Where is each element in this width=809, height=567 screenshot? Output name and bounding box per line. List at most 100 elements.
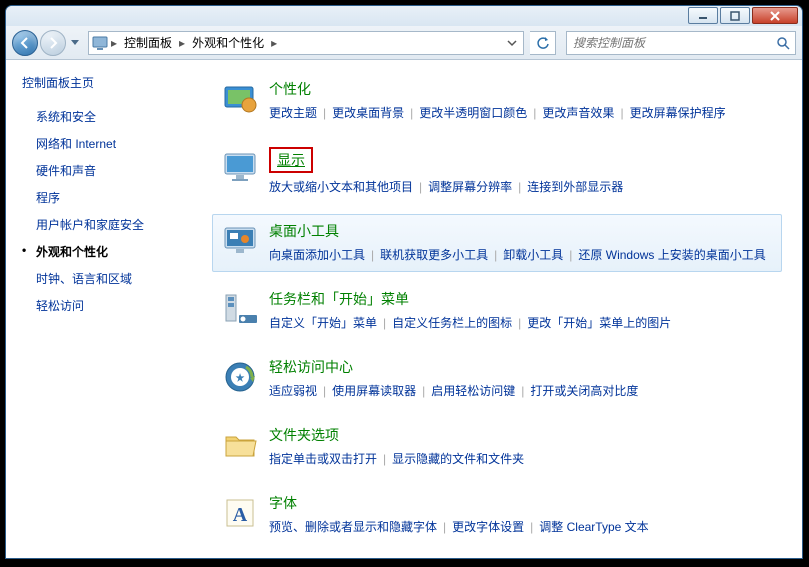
category-link[interactable]: 向桌面添加小工具 xyxy=(269,248,365,262)
category-link[interactable]: 卸载小工具 xyxy=(503,248,563,262)
sidebar-item[interactable]: 网络和 Internet xyxy=(22,130,196,157)
category-body: 显示放大或缩小文本和其他项目|调整屏幕分辨率|连接到外部显示器 xyxy=(269,147,773,197)
breadcrumb-item[interactable]: 外观和个性化 xyxy=(187,32,269,54)
link-separator: | xyxy=(530,520,533,534)
category-link[interactable]: 显示隐藏的文件和文件夹 xyxy=(392,452,524,466)
back-arrow-icon xyxy=(18,36,32,50)
search-box[interactable] xyxy=(566,31,796,55)
gadgets-icon xyxy=(221,221,261,261)
category-link[interactable]: 更改桌面背景 xyxy=(332,106,404,120)
sidebar-item[interactable]: 系统和安全 xyxy=(22,103,196,130)
maximize-button[interactable] xyxy=(720,7,750,24)
category: 文件夹选项指定单击或双击打开 | 显示隐藏的文件和文件夹 xyxy=(212,418,782,476)
sidebar-item[interactable]: 外观和个性化 xyxy=(22,238,196,265)
sidebar-home[interactable]: 控制面板主页 xyxy=(22,74,196,91)
sidebar-item[interactable]: 用户帐户和家庭安全 xyxy=(22,211,196,238)
breadcrumb[interactable]: ▸ 控制面板 ▸ 外观和个性化 ▸ xyxy=(88,31,524,55)
link-separator: | xyxy=(422,384,425,398)
category: 轻松访问中心适应弱视|使用屏幕读取器|启用轻松访问键|打开或关闭高对比度 xyxy=(212,350,782,408)
category-link[interactable]: 更改主题 xyxy=(269,106,317,120)
category-title[interactable]: 字体 xyxy=(269,493,297,513)
fonts-icon: A xyxy=(221,493,261,533)
category-title[interactable]: 桌面小工具 xyxy=(269,221,339,241)
category-links: 自定义「开始」菜单|自定义任务栏上的图标|更改「开始」菜单上的图片 xyxy=(269,313,773,333)
search-icon[interactable] xyxy=(771,36,795,50)
minimize-button[interactable] xyxy=(688,7,718,24)
control-panel-icon xyxy=(91,35,109,51)
category-link[interactable]: 启用轻松访问键 xyxy=(431,384,515,398)
category-link[interactable]: 更改屏幕保护程序 xyxy=(630,106,726,120)
category-title[interactable]: 轻松访问中心 xyxy=(269,357,353,377)
category-body: 个性化更改主题|更改桌面背景|更改半透明窗口颜色|更改声音效果|更改屏幕保护程序 xyxy=(269,79,773,123)
category-body: 轻松访问中心适应弱视|使用屏幕读取器|启用轻松访问键|打开或关闭高对比度 xyxy=(269,357,773,401)
category: 个性化更改主题|更改桌面背景|更改半透明窗口颜色|更改声音效果|更改屏幕保护程序 xyxy=(212,72,782,130)
navbar: ▸ 控制面板 ▸ 外观和个性化 ▸ xyxy=(6,26,802,60)
forward-button[interactable] xyxy=(40,30,66,56)
watermark: 系统之家 xyxy=(617,518,789,555)
link-separator: | xyxy=(620,106,623,120)
sidebar: 控制面板主页 系统和安全网络和 Internet硬件和声音程序用户帐户和家庭安全… xyxy=(6,60,206,558)
category-link[interactable]: 更改「开始」菜单上的图片 xyxy=(527,316,671,330)
category-title[interactable]: 个性化 xyxy=(269,79,311,99)
ease-icon xyxy=(221,357,261,397)
category-body: 文件夹选项指定单击或双击打开 | 显示隐藏的文件和文件夹 xyxy=(269,425,773,469)
link-separator: | xyxy=(383,452,386,466)
category-title[interactable]: 文件夹选项 xyxy=(269,425,339,445)
titlebar xyxy=(6,6,802,26)
history-dropdown[interactable] xyxy=(68,33,82,53)
personalize-icon xyxy=(221,79,261,119)
category: 任务栏和「开始」菜单自定义「开始」菜单|自定义任务栏上的图标|更改「开始」菜单上… xyxy=(212,282,782,340)
link-separator: | xyxy=(443,520,446,534)
category-link[interactable]: 连接到外部显示器 xyxy=(527,180,623,194)
category-link[interactable]: 指定单击或双击打开 xyxy=(269,452,377,466)
window-frame: ▸ 控制面板 ▸ 外观和个性化 ▸ 控制面板主页 系统和安全网络和 Intern… xyxy=(5,5,803,559)
link-separator: | xyxy=(419,180,422,194)
back-button[interactable] xyxy=(12,30,38,56)
category-link[interactable]: 预览、删除或者显示和隐藏字体 xyxy=(269,520,437,534)
taskbar-icon xyxy=(221,289,261,329)
sidebar-item[interactable]: 轻松访问 xyxy=(22,292,196,319)
sidebar-item[interactable]: 时钟、语言和区域 xyxy=(22,265,196,292)
breadcrumb-dropdown[interactable] xyxy=(503,35,521,51)
link-separator: | xyxy=(569,248,572,262)
category-link[interactable]: 打开或关闭高对比度 xyxy=(530,384,638,398)
category-link[interactable]: 联机获取更多小工具 xyxy=(380,248,488,262)
category-link[interactable]: 调整屏幕分辨率 xyxy=(428,180,512,194)
category-links: 向桌面添加小工具 | 联机获取更多小工具 | 卸载小工具 | 还原 Windows 上安装的… xyxy=(269,245,773,265)
breadcrumb-sep: ▸ xyxy=(177,36,187,50)
category-links: 放大或缩小文本和其他项目|调整屏幕分辨率|连接到外部显示器 xyxy=(269,177,773,197)
category-link[interactable]: 更改声音效果 xyxy=(542,106,614,120)
category-link[interactable]: 更改字体设置 xyxy=(452,520,524,534)
display-icon xyxy=(221,147,261,187)
svg-text:A: A xyxy=(233,504,248,526)
sidebar-item[interactable]: 程序 xyxy=(22,184,196,211)
chevron-down-icon xyxy=(71,40,79,46)
close-button[interactable] xyxy=(752,7,798,24)
link-separator: | xyxy=(494,248,497,262)
refresh-button[interactable] xyxy=(530,31,556,55)
search-input[interactable] xyxy=(567,36,771,50)
category-title[interactable]: 显示 xyxy=(269,147,313,173)
category-link[interactable]: 适应弱视 xyxy=(269,384,317,398)
category-link[interactable]: 更改半透明窗口颜色 xyxy=(419,106,527,120)
category-link[interactable]: 还原 Windows 上安装的桌面小工具 xyxy=(578,248,765,262)
category: 桌面小工具向桌面添加小工具 | 联机获取更多小工具 | 卸载小工具 | 还原 Windows… xyxy=(212,214,782,272)
breadcrumb-sep: ▸ xyxy=(109,36,119,50)
category-title[interactable]: 任务栏和「开始」菜单 xyxy=(269,289,409,309)
category-link[interactable]: 放大或缩小文本和其他项目 xyxy=(269,180,413,194)
close-icon xyxy=(769,11,781,21)
breadcrumb-item[interactable]: 控制面板 xyxy=(119,32,177,54)
category: 显示放大或缩小文本和其他项目|调整屏幕分辨率|连接到外部显示器 xyxy=(212,140,782,204)
link-separator: | xyxy=(371,248,374,262)
category-links: 指定单击或双击打开 | 显示隐藏的文件和文件夹 xyxy=(269,449,773,469)
link-separator: | xyxy=(521,384,524,398)
refresh-icon xyxy=(536,36,550,50)
forward-arrow-icon xyxy=(46,36,60,50)
category-link[interactable]: 自定义「开始」菜单 xyxy=(269,316,377,330)
category-link[interactable]: 使用屏幕读取器 xyxy=(332,384,416,398)
breadcrumb-sep: ▸ xyxy=(269,36,279,50)
category-link[interactable]: 自定义任务栏上的图标 xyxy=(392,316,512,330)
sidebar-item[interactable]: 硬件和声音 xyxy=(22,157,196,184)
nav-buttons xyxy=(12,30,82,56)
body: 控制面板主页 系统和安全网络和 Internet硬件和声音程序用户帐户和家庭安全… xyxy=(6,60,802,558)
